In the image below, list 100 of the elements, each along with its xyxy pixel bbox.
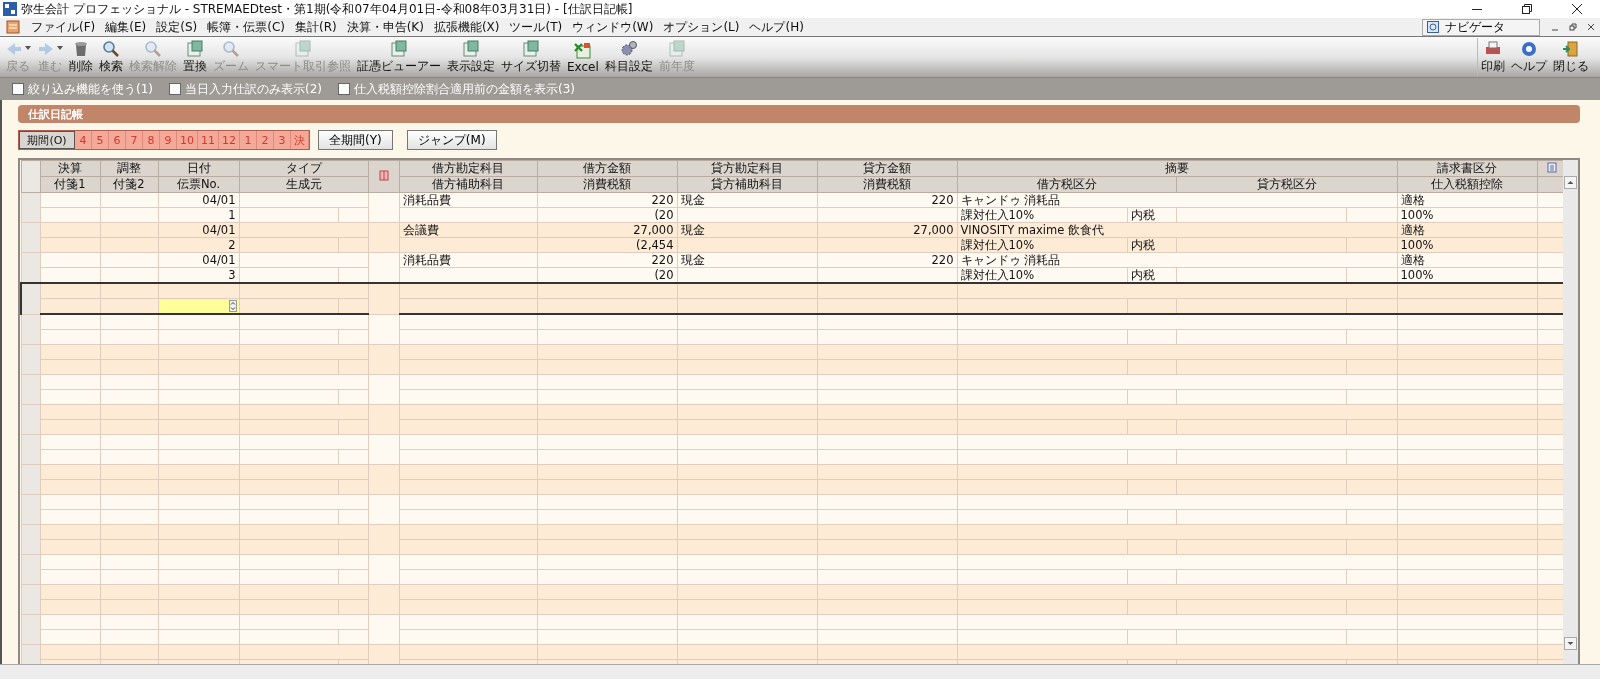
column-header: 借方勘定科目 [399, 160, 537, 177]
menu-item[interactable]: 決算・申告(K) [341, 18, 429, 36]
date-input[interactable] [158, 299, 239, 313]
period-button[interactable]: ジャンプ(M) [406, 130, 497, 150]
toolbar-button[interactable]: 表示設定 [444, 39, 498, 75]
menu-item[interactable]: 編集(E) [100, 18, 152, 36]
toolbar-button[interactable]: 閉じる [1550, 39, 1592, 75]
menu-item[interactable]: 拡張機能(X) [428, 18, 505, 36]
panel-title: 仕訳日記帳 [28, 106, 83, 122]
table-cell: (20 [654, 207, 674, 222]
toolbar-button[interactable]: ヘルプ [1508, 39, 1550, 75]
table-cell: キャンドゥ 消耗品 [960, 192, 1061, 207]
document-icon [294, 40, 312, 58]
column-header: 借方金額 [537, 160, 677, 177]
restore-icon[interactable] [1521, 3, 1533, 15]
close-icon[interactable] [1571, 3, 1583, 15]
menu-item[interactable]: ファイル(F) [26, 18, 101, 36]
back-arrow-icon [5, 40, 23, 58]
table-cell: 220 [931, 252, 954, 267]
scroll-up-icon[interactable] [1564, 176, 1577, 189]
close-icon[interactable] [1586, 22, 1596, 32]
document-icon [667, 40, 686, 58]
column-header: 請求書区分 [1397, 160, 1537, 177]
table-cell: 課対仕入10% [960, 207, 1035, 222]
toolbar-button[interactable]: 置換 [180, 39, 210, 75]
menu-item[interactable]: ヘルプ(H) [744, 18, 809, 36]
table-cell: 220 [931, 192, 954, 207]
table-cell: 220 [651, 192, 674, 207]
document-icon [462, 40, 480, 58]
menu-item[interactable]: 集計(R) [289, 18, 342, 36]
table-cell: 内税 [1130, 267, 1155, 282]
table-cell: 内税 [1130, 237, 1155, 252]
help-icon [1520, 40, 1538, 58]
period-tab[interactable]: 期間(O) [19, 131, 75, 149]
document-icon [186, 40, 204, 58]
table-cell: 3 [228, 267, 236, 282]
forward-arrow-icon [37, 40, 55, 58]
checkbox[interactable] [169, 83, 181, 95]
table-cell: (2,454 [636, 237, 674, 252]
magnifier-icon [144, 40, 162, 58]
spinner-icon [228, 300, 237, 312]
table-cell: 適格 [1400, 252, 1425, 267]
toolbar-button[interactable]: サイズ切替 [498, 39, 564, 75]
table-cell: (20 [654, 267, 674, 282]
caret-icon [25, 46, 31, 50]
document-icon [522, 40, 540, 58]
menu-item[interactable]: ツール(T) [504, 18, 568, 36]
trash-can-icon [72, 40, 90, 58]
table-cell: 会議費 [402, 222, 439, 237]
table-cell: 適格 [1400, 192, 1425, 207]
column-header: 貸方金額 [817, 160, 957, 177]
column-header: 摘要 [957, 160, 1397, 177]
table-cell: 2 [228, 237, 236, 252]
magnifier-icon [222, 40, 240, 58]
table-cell: 適格 [1400, 222, 1425, 237]
menu-item[interactable]: ウィンドウ(W) [567, 18, 659, 36]
table-cell: 220 [651, 252, 674, 267]
scroll-down-icon[interactable] [1564, 637, 1577, 650]
window-title: 弥生会計 プロフェッショナル - STREMAEDtest・第1期(令和07年04月01日-令和08年03月31日) - [仕訳日記帳] [21, 0, 633, 18]
table-cell: 04/01 [202, 252, 236, 267]
column-header: タイプ [239, 160, 368, 177]
toolbar-button[interactable]: 印刷 [1478, 39, 1508, 75]
period-button[interactable]: 全期間(Y) [318, 130, 393, 150]
menu-item[interactable]: 帳簿・伝票(C) [202, 18, 290, 36]
table-cell: 課対仕入10% [960, 267, 1035, 282]
table-cell: 100% [1400, 267, 1434, 282]
toolbar-button[interactable]: Excel [564, 40, 602, 74]
table-cell: 消耗品費 [402, 192, 451, 207]
column-header: 貸方勘定科目 [677, 160, 817, 177]
notepad-icon [1546, 161, 1557, 173]
table-cell: 内税 [1130, 207, 1155, 222]
table-cell: 消耗品費 [402, 252, 451, 267]
table-cell: 27,000 [913, 222, 954, 237]
table-cell: 04/01 [202, 192, 236, 207]
table-cell: 現金 [680, 222, 705, 237]
column-header: 調整 [100, 160, 158, 177]
table-cell: キャンドゥ 消耗品 [960, 252, 1061, 267]
compass-icon [1427, 21, 1439, 33]
checkbox[interactable] [12, 83, 24, 95]
table-cell: 04/01 [202, 222, 236, 237]
table-cell: 27,000 [633, 222, 674, 237]
column-header: 日付 [158, 160, 239, 177]
toolbar-button[interactable]: 科目設定 [601, 39, 656, 75]
toolbar-button[interactable]: 削除 [66, 39, 96, 75]
book-icon [378, 169, 389, 181]
caret-icon [57, 46, 63, 50]
door-icon [1562, 40, 1580, 58]
table-cell: 現金 [680, 192, 705, 207]
menu-item[interactable]: オプション(L) [658, 18, 745, 36]
spreadsheet-icon [573, 41, 592, 60]
toolbar-button[interactable]: 検索 [96, 39, 126, 75]
menu-item[interactable]: 設定(S) [151, 18, 203, 36]
magnifier-icon [102, 40, 120, 58]
table-cell: 100% [1400, 237, 1434, 252]
document-icon [390, 40, 408, 58]
toolbar-button[interactable]: 証憑ビューアー [354, 39, 444, 75]
checkbox[interactable] [338, 83, 350, 95]
navigator-button[interactable]: ナビゲータ [1422, 18, 1540, 36]
table-cell: 1 [228, 207, 236, 222]
scrollbar[interactable] [1563, 160, 1578, 664]
